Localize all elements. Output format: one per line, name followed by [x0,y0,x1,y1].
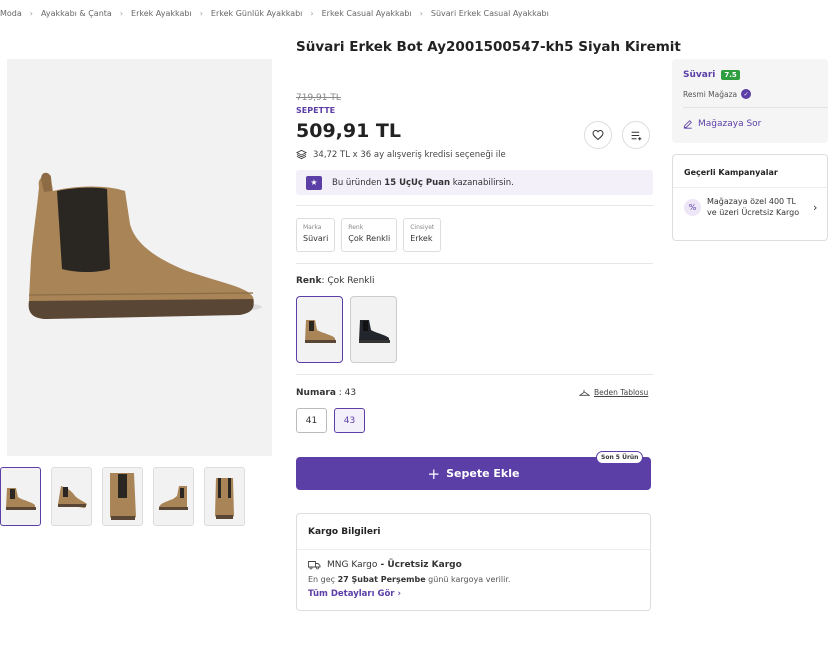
plus-icon: + [427,464,441,483]
cargo-info-card: Kargo Bilgileri MNG Kargo - Ücretsiz Kar… [296,513,651,611]
official-store-label: Resmi Mağaza ✓ [683,89,752,99]
breadcrumb-item[interactable]: Erkek Ayakkabı [131,9,192,18]
seller-name-row: Süvari 7.5 [683,70,740,80]
divider [673,187,827,188]
pencil-icon [683,120,692,129]
campaign-icon: % [684,198,701,216]
seller-name[interactable]: Süvari [683,70,715,80]
campaign-item[interactable]: % Mağazaya özel 400 TL ve üzeri Ücretsiz… [684,196,824,218]
size-option-43[interactable]: 43 [334,408,365,433]
boot-thumbnail [159,485,188,510]
breadcrumb-item[interactable]: Erkek Günlük Ayakkabı [211,9,303,18]
color-option-tan[interactable] [296,296,343,363]
hanger-icon [579,389,590,396]
attribute-key: Marka [303,224,322,231]
boot-swatch-tan [304,319,336,343]
chevron-right-icon: › [310,9,314,18]
divider [296,374,653,375]
boot-thumbnail [110,473,136,520]
color-label: Renk: Çok Renkli [296,276,375,286]
size-label: Numara : 43 [296,388,357,398]
favorite-button[interactable] [584,121,612,149]
product-title: Süvari Erkek Bot Ay2001500547-kh5 Siyah … [296,39,681,55]
add-to-list-button[interactable] [622,121,650,149]
layers-icon [296,149,307,160]
chevron-right-icon: › [813,200,818,214]
verified-icon: ✓ [741,89,752,99]
stock-badge: Son 5 Ürün [596,451,644,464]
cargo-title: Kargo Bilgileri [308,527,381,537]
size-option-41[interactable]: 41 [296,408,327,433]
seller-rating-badge: 7.5 [721,70,740,80]
cargo-carrier-text: MNG Kargo - Ücretsiz Kargo [327,560,462,570]
thumbnail[interactable] [51,467,92,526]
current-price: 509,91 TL [296,120,402,142]
points-text: Bu üründen 15 UçUç Puan kazanabilirsin. [332,177,514,188]
divider [297,549,650,550]
campaign-text: Mağazaya özel 400 TL ve üzeri Ücretsiz K… [707,197,800,218]
ask-store-button[interactable]: Mağazaya Sor [683,119,761,129]
campaigns-card: Geçerli Kampanyalar % Mağazaya özel 400 … [672,154,828,241]
color-option-black[interactable] [350,296,397,363]
credit-info: 34,72 TL x 36 ay alışveriş kredisi seçen… [296,149,506,160]
product-main-image[interactable] [7,59,272,456]
heart-icon [592,129,604,141]
campaigns-title: Geçerli Kampanyalar [684,168,778,177]
chevron-right-icon: › [419,9,423,18]
list-add-icon [631,131,641,140]
breadcrumb: Moda › Ayakkabı & Çanta › Erkek Ayakkabı… [0,9,549,18]
attribute-value: Süvari [303,234,329,243]
attribute-gender[interactable]: Cinsiyet Erkek [403,218,442,252]
points-banner: ★ Bu üründen 15 UçUç Puan kazanabilirsin… [296,170,653,195]
breadcrumb-item[interactable]: Ayakkabı & Çanta [41,9,112,18]
attribute-value: Çok Renkli [348,234,391,243]
attribute-value: Erkek [410,234,433,243]
attribute-key: Renk [348,224,364,231]
thumbnail[interactable] [0,467,41,526]
thumbnail[interactable] [153,467,194,526]
chevron-right-icon: › [199,9,203,18]
add-to-cart-label: Sepete Ekle [446,467,520,480]
breadcrumb-item[interactable]: Moda [0,9,22,18]
chevron-right-icon: › [29,9,33,18]
seller-card: Süvari 7.5 Resmi Mağaza ✓ Mağazaya Sor [672,59,828,143]
boot-thumbnail [58,485,87,508]
size-options: 41 43 [296,408,365,433]
attribute-key: Cinsiyet [410,224,435,231]
credit-text: 34,72 TL x 36 ay alışveriş kredisi seçen… [313,149,506,160]
cargo-details-link[interactable]: Tüm Detayları Gör › [308,589,401,599]
star-icon: ★ [306,175,322,190]
cargo-carrier-line: MNG Kargo - Ücretsiz Kargo [308,560,462,570]
boot-swatch-black [358,319,390,343]
size-table-link[interactable]: Beden Tablosu [579,388,648,397]
cargo-eta: En geç 27 Şubat Perşembe günü kargoya ve… [308,575,511,584]
color-options [296,296,397,363]
boot-thumbnail [6,487,36,510]
boot-thumbnail [215,477,234,519]
basket-price-label: SEPETTE [296,106,336,115]
attribute-brand[interactable]: Marka Süvari [296,218,336,252]
boot-image [28,172,262,319]
divider [296,205,653,206]
old-price: 719,91 TL [296,93,341,103]
thumbnail[interactable] [102,467,143,526]
breadcrumb-item[interactable]: Erkek Casual Ayakkabı [322,9,412,18]
thumbnail[interactable] [204,467,245,526]
truck-icon [308,561,321,570]
chevron-right-icon: › [119,9,124,18]
divider [296,263,653,264]
breadcrumb-item[interactable]: Süvari Erkek Casual Ayakkabı [431,9,549,18]
chevron-right-icon: › [397,589,401,599]
divider [683,107,828,108]
attribute-color[interactable]: Renk Çok Renkli [341,218,398,252]
thumbnail-gallery [0,467,245,526]
attribute-list: Marka Süvari Renk Çok Renkli Cinsiyet Er… [296,218,442,252]
